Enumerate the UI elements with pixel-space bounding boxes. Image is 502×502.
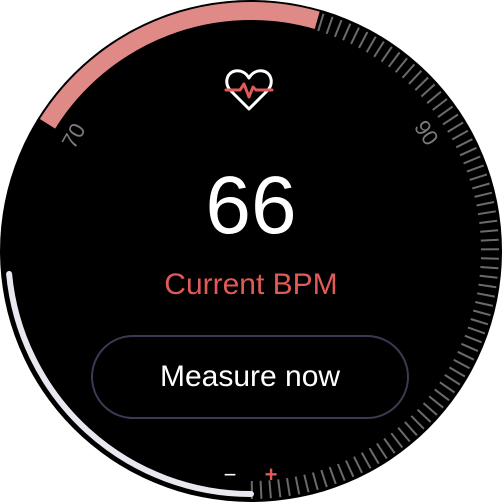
tick-mark <box>394 57 408 73</box>
tick-mark <box>397 427 411 443</box>
heart-pulse-icon <box>223 66 275 114</box>
tick-mark <box>360 452 372 469</box>
tick-marks <box>250 13 500 500</box>
tick-mark <box>480 257 499 260</box>
tick-mark <box>353 456 363 474</box>
watch-face: 70 90 66 Current BPM Measure now − + <box>0 0 502 502</box>
tick-mark <box>328 466 337 485</box>
tick-mark <box>437 105 454 118</box>
tick-mark <box>365 36 377 53</box>
tick-mark <box>294 476 301 495</box>
tick-mark <box>404 421 418 436</box>
tick-mark <box>317 13 325 32</box>
current-bpm-value: 66 <box>205 160 297 251</box>
tick-mark <box>401 63 416 79</box>
tick-mark <box>350 27 360 45</box>
tick-mark <box>455 138 473 149</box>
increase-button[interactable]: + <box>261 462 281 488</box>
tick-mark <box>325 16 334 35</box>
tick-mark <box>345 460 355 478</box>
tick-mark <box>336 463 346 481</box>
measure-now-label: Measure now <box>159 360 341 393</box>
tick-mark <box>447 121 464 133</box>
tick-mark <box>390 432 404 449</box>
tick-mark <box>434 388 450 402</box>
tick-mark <box>459 146 477 157</box>
tick-mark <box>444 374 461 386</box>
increase-label: + <box>264 462 278 487</box>
tick-mark <box>414 76 429 91</box>
tick-mark <box>442 113 459 126</box>
tick-mark <box>422 402 438 416</box>
tick-mark <box>387 51 401 68</box>
tick-mark <box>451 129 469 141</box>
measure-now-button[interactable]: Measure now <box>91 335 409 419</box>
tick-mark <box>333 19 343 38</box>
tick-mark <box>467 326 486 335</box>
decrease-label: − <box>223 462 237 487</box>
tick-mark <box>320 469 328 488</box>
tick-mark <box>426 90 442 104</box>
current-bpm-label: Current BPM <box>164 268 338 301</box>
tick-mark <box>472 309 491 317</box>
scale-label-70: 70 <box>57 119 91 153</box>
tick-mark <box>416 408 432 423</box>
decrease-button[interactable]: − <box>220 462 240 488</box>
tick-mark <box>453 358 471 370</box>
tick-mark <box>457 350 475 361</box>
tick-mark <box>286 478 291 497</box>
tick-mark <box>410 415 425 430</box>
tick-mark <box>408 70 423 85</box>
tick-mark <box>376 442 388 460</box>
tick-mark <box>368 447 380 465</box>
tick-mark <box>383 437 396 454</box>
tick-mark <box>358 31 369 49</box>
tick-mark <box>428 395 444 409</box>
tick-mark <box>373 41 385 58</box>
tick-mark <box>380 46 393 63</box>
tick-mark <box>420 83 436 98</box>
tick-mark <box>439 381 456 394</box>
target-zone-arc <box>39 2 320 129</box>
tick-mark <box>448 366 466 378</box>
tick-mark <box>464 334 482 344</box>
scale-label-90: 90 <box>409 116 443 150</box>
tick-mark <box>460 342 479 353</box>
tick-mark <box>432 98 448 111</box>
tick-mark <box>311 472 319 491</box>
tick-mark <box>342 23 352 41</box>
tick-mark <box>303 474 310 493</box>
tick-mark <box>470 318 489 326</box>
